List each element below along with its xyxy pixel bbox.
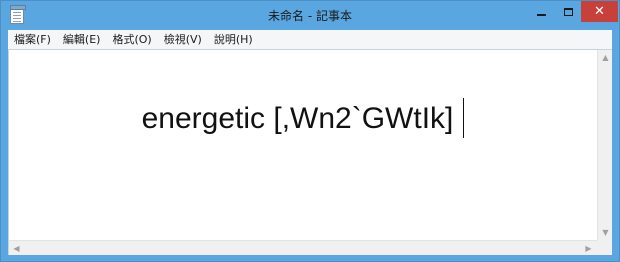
text-caret <box>463 98 465 138</box>
text-editing-area[interactable]: energetic [,Wn2`GWtIk] <box>9 50 597 240</box>
menu-format[interactable]: 格式(O) <box>106 30 157 49</box>
notepad-window: 未命名 - 記事本 ✕ 檔案(F) 編輯(E) 格式(O) 檢視(V) 說明(H… <box>0 0 620 262</box>
close-icon: ✕ <box>594 4 605 19</box>
menu-view[interactable]: 檢視(V) <box>158 30 208 49</box>
scrollbar-corner <box>597 240 612 255</box>
maximize-icon <box>563 7 573 16</box>
maximize-button[interactable] <box>555 1 581 22</box>
menu-bar: 檔案(F) 編輯(E) 格式(O) 檢視(V) 說明(H) <box>8 30 612 49</box>
editor-text-line: energetic [,Wn2`GWtIk] <box>9 98 597 138</box>
scroll-right-icon[interactable]: ▶ <box>581 241 596 256</box>
scroll-left-icon[interactable]: ◀ <box>9 241 24 256</box>
window-title: 未命名 - 記事本 <box>268 9 352 23</box>
minimize-icon <box>537 13 546 16</box>
vertical-scrollbar[interactable]: ▲ ▼ <box>597 50 612 240</box>
editor-text: energetic [,Wn2`GWtIk] <box>141 102 454 135</box>
close-button[interactable]: ✕ <box>581 1 618 22</box>
menu-edit[interactable]: 編輯(E) <box>57 30 107 49</box>
menu-help[interactable]: 說明(H) <box>208 30 259 49</box>
title-bar[interactable]: 未命名 - 記事本 ✕ <box>1 1 619 30</box>
editor-frame: energetic [,Wn2`GWtIk] ▲ ▼ ◀ ▶ <box>8 49 612 255</box>
minimize-button[interactable] <box>528 1 555 22</box>
menu-file[interactable]: 檔案(F) <box>8 30 57 49</box>
horizontal-scrollbar[interactable]: ◀ ▶ <box>9 240 597 255</box>
scroll-down-icon[interactable]: ▼ <box>598 225 613 240</box>
scroll-up-icon[interactable]: ▲ <box>598 50 613 65</box>
